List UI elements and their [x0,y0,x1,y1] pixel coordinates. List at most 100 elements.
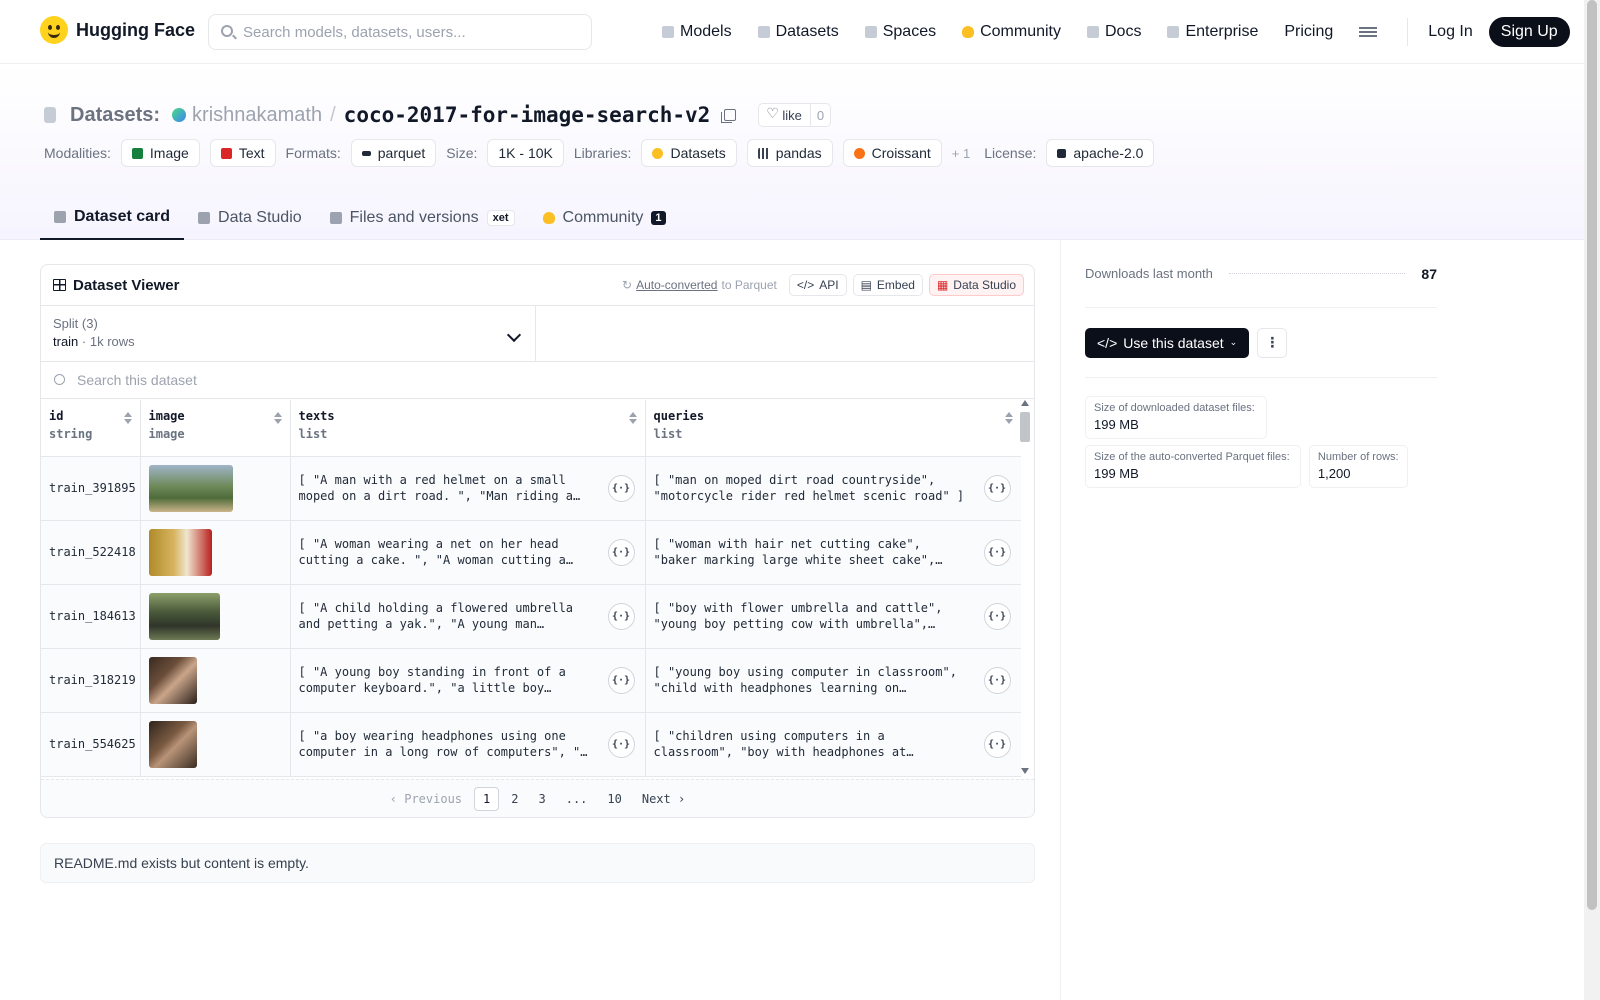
data-table: id string image image texts list queries lis… [41,400,1021,780]
image-thumbnail[interactable] [148,528,212,576]
expand-json-icon[interactable]: {·} [983,538,1011,566]
tag-text[interactable]: Text [209,139,276,167]
split-select[interactable]: Split (3) train · 1k rows [41,306,536,361]
top-navbar: Hugging Face Search models, datasets, us… [0,0,1584,64]
image-thumbnail[interactable] [148,720,197,768]
embed-button[interactable]: ▤ Embed [852,274,923,296]
cell-image[interactable] [140,520,291,585]
tab-files-and-versions[interactable]: Files and versions xet [316,196,529,240]
tag-croissant[interactable]: Croissant [842,139,942,167]
chevron-down-icon: ⌄ [1229,337,1238,347]
sort-icon[interactable] [273,412,282,424]
signup-button[interactable]: Sign Up [1488,17,1570,47]
expand-json-icon[interactable]: {·} [983,666,1011,694]
like-button[interactable]: like 0 [758,103,832,127]
text-icon [220,147,232,159]
license-icon [1057,148,1067,158]
downloads-label: Downloads last month [1085,266,1213,281]
page-10[interactable]: 10 [599,788,629,810]
nav-datasets[interactable]: Datasets [757,23,839,41]
more-libraries[interactable]: + 1 [952,146,970,161]
expand-json-icon[interactable]: {·} [607,538,635,566]
expand-json-icon[interactable]: {·} [983,730,1011,758]
api-label: API [819,278,839,292]
expand-json-icon[interactable]: {·} [607,474,635,502]
pagination-previous[interactable]: ‹ Previous [382,788,470,810]
nav-divider [1407,18,1409,46]
pagination: ‹ Previous 1 2 3 ... 10 Next › [41,779,1034,817]
column-header-id[interactable]: id string [41,400,141,457]
column-header-queries[interactable]: queries list [645,400,1021,457]
sort-icon[interactable] [123,412,132,424]
cell-queries: [ "young boy using computer in classroom… [645,648,1021,713]
dataset-search-input[interactable]: Search this dataset [41,362,1034,399]
nav-spaces[interactable]: Spaces [864,23,936,41]
cell-id: train_391895 [41,456,141,521]
sort-icon[interactable] [628,412,637,424]
nav-pricing[interactable]: Pricing [1284,23,1333,41]
expand-json-icon[interactable]: {·} [983,602,1011,630]
global-search-input[interactable]: Search models, datasets, users... [208,14,592,50]
nav-models[interactable]: Models [662,23,732,41]
page-1[interactable]: 1 [474,786,500,811]
nav-enterprise-label: Enterprise [1185,23,1259,40]
auto-converted-link[interactable]: Auto-converted [636,278,717,292]
tab-community[interactable]: Community 1 [529,196,680,240]
embed-label: Embed [876,278,915,292]
scrollbar-thumb[interactable] [1020,412,1030,442]
cell-image[interactable] [140,648,291,713]
cell-image[interactable] [140,712,291,777]
login-link[interactable]: Log In [1428,23,1472,41]
tab-dataset-card[interactable]: Dataset card [40,196,185,240]
scroll-down-icon[interactable] [1021,768,1029,774]
more-options-button[interactable]: ⋮ [1257,327,1288,358]
tag-datasets-lib-label: Datasets [670,145,726,161]
breadcrumb-datasets[interactable]: Datasets: [70,104,160,127]
column-header-texts[interactable]: texts list [290,400,646,457]
page-ellipsis: ... [565,791,588,806]
like-label: like [782,107,802,123]
tag-license[interactable]: apache-2.0 [1046,139,1155,167]
use-this-dataset-button[interactable]: </> Use this dataset ⌄ [1085,327,1250,358]
pagination-next[interactable]: Next › [634,788,693,810]
downloads-count: 87 [1421,265,1437,282]
breadcrumb-separator: / [330,103,336,126]
grid-icon [864,26,877,38]
search-icon [54,374,65,385]
page-scrollbar[interactable] [1584,0,1600,1000]
sort-icon[interactable] [1004,412,1013,424]
copy-icon[interactable] [721,109,737,123]
cell-image[interactable] [140,584,291,649]
table-scrollbar[interactable] [1020,400,1030,774]
expand-json-icon[interactable]: {·} [607,666,635,694]
image-thumbnail[interactable] [148,656,197,704]
more-menu-icon[interactable] [1359,27,1378,37]
nav-community[interactable]: Community [962,23,1061,41]
nav-enterprise[interactable]: Enterprise [1167,23,1258,41]
tag-parquet[interactable]: parquet [350,139,437,167]
nav-docs[interactable]: Docs [1087,23,1141,41]
tag-size[interactable]: 1K - 10K [487,139,564,167]
data-studio-button[interactable]: ▦ Data Studio [928,274,1024,296]
image-thumbnail[interactable] [148,464,233,512]
column-header-image[interactable]: image image [140,400,291,457]
tag-image[interactable]: Image [120,139,200,167]
page-scrollbar-thumb[interactable] [1587,0,1597,910]
cell-image[interactable] [140,456,291,521]
page-2[interactable]: 2 [503,788,526,810]
expand-json-icon[interactable]: {·} [607,602,635,630]
tab-data-studio[interactable]: Data Studio [184,196,316,240]
brand-logo[interactable]: Hugging Face [40,16,195,44]
expand-json-icon[interactable]: {·} [983,474,1011,502]
page-3[interactable]: 3 [530,788,553,810]
dataset-name[interactable]: coco-2017-for-image-search-v2 [344,103,711,127]
image-thumbnail[interactable] [148,592,220,640]
tag-datasets-lib[interactable]: Datasets [641,139,737,167]
like-count: 0 [816,107,825,123]
tag-pandas[interactable]: pandas [746,139,833,167]
owner-link[interactable]: krishnakamath [192,104,322,127]
api-button[interactable]: </> API [788,274,847,296]
split-label: Split (3) [53,316,98,331]
scroll-up-icon[interactable] [1021,400,1029,406]
expand-json-icon[interactable]: {·} [607,730,635,758]
